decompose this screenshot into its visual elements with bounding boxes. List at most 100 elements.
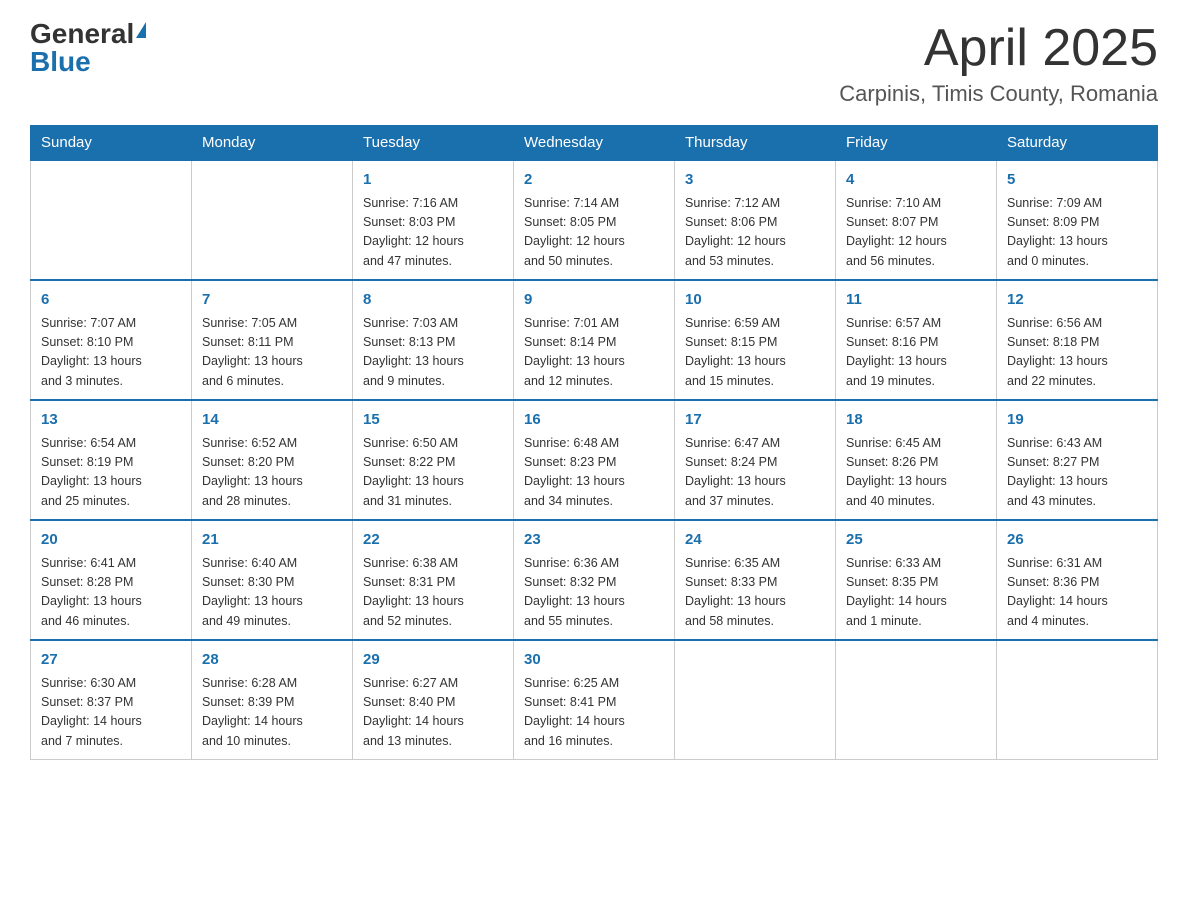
day-info: Sunrise: 6:54 AMSunset: 8:19 PMDaylight:… xyxy=(41,434,181,512)
day-number: 6 xyxy=(41,289,181,312)
day-info: Sunrise: 7:07 AMSunset: 8:10 PMDaylight:… xyxy=(41,314,181,392)
calendar-cell: 4Sunrise: 7:10 AMSunset: 8:07 PMDaylight… xyxy=(836,160,997,280)
day-number: 28 xyxy=(202,649,342,672)
calendar-cell: 8Sunrise: 7:03 AMSunset: 8:13 PMDaylight… xyxy=(353,280,514,400)
day-number: 10 xyxy=(685,289,825,312)
calendar-cell: 27Sunrise: 6:30 AMSunset: 8:37 PMDayligh… xyxy=(31,640,192,760)
day-number: 24 xyxy=(685,529,825,552)
calendar-cell: 13Sunrise: 6:54 AMSunset: 8:19 PMDayligh… xyxy=(31,400,192,520)
calendar-cell: 2Sunrise: 7:14 AMSunset: 8:05 PMDaylight… xyxy=(514,160,675,280)
logo-general-text: General xyxy=(30,20,134,48)
day-info: Sunrise: 6:41 AMSunset: 8:28 PMDaylight:… xyxy=(41,554,181,632)
calendar-day-header: Thursday xyxy=(675,126,836,161)
day-info: Sunrise: 6:28 AMSunset: 8:39 PMDaylight:… xyxy=(202,674,342,752)
day-info: Sunrise: 6:57 AMSunset: 8:16 PMDaylight:… xyxy=(846,314,986,392)
calendar-day-header: Friday xyxy=(836,126,997,161)
calendar-cell: 28Sunrise: 6:28 AMSunset: 8:39 PMDayligh… xyxy=(192,640,353,760)
day-number: 8 xyxy=(363,289,503,312)
day-number: 20 xyxy=(41,529,181,552)
calendar-cell xyxy=(675,640,836,760)
calendar-day-header: Sunday xyxy=(31,126,192,161)
day-info: Sunrise: 7:12 AMSunset: 8:06 PMDaylight:… xyxy=(685,194,825,272)
day-number: 12 xyxy=(1007,289,1147,312)
calendar-cell: 19Sunrise: 6:43 AMSunset: 8:27 PMDayligh… xyxy=(997,400,1158,520)
day-number: 1 xyxy=(363,169,503,192)
day-number: 19 xyxy=(1007,409,1147,432)
day-number: 4 xyxy=(846,169,986,192)
calendar-cell: 7Sunrise: 7:05 AMSunset: 8:11 PMDaylight… xyxy=(192,280,353,400)
calendar-cell: 9Sunrise: 7:01 AMSunset: 8:14 PMDaylight… xyxy=(514,280,675,400)
calendar-cell: 15Sunrise: 6:50 AMSunset: 8:22 PMDayligh… xyxy=(353,400,514,520)
day-info: Sunrise: 6:30 AMSunset: 8:37 PMDaylight:… xyxy=(41,674,181,752)
day-info: Sunrise: 6:45 AMSunset: 8:26 PMDaylight:… xyxy=(846,434,986,512)
week-row: 13Sunrise: 6:54 AMSunset: 8:19 PMDayligh… xyxy=(31,400,1158,520)
calendar-cell: 20Sunrise: 6:41 AMSunset: 8:28 PMDayligh… xyxy=(31,520,192,640)
calendar-cell: 26Sunrise: 6:31 AMSunset: 8:36 PMDayligh… xyxy=(997,520,1158,640)
calendar-cell: 21Sunrise: 6:40 AMSunset: 8:30 PMDayligh… xyxy=(192,520,353,640)
calendar-cell: 5Sunrise: 7:09 AMSunset: 8:09 PMDaylight… xyxy=(997,160,1158,280)
calendar-cell xyxy=(31,160,192,280)
day-number: 27 xyxy=(41,649,181,672)
calendar-cell xyxy=(997,640,1158,760)
logo-blue-text: Blue xyxy=(30,48,91,76)
week-row: 27Sunrise: 6:30 AMSunset: 8:37 PMDayligh… xyxy=(31,640,1158,760)
day-number: 30 xyxy=(524,649,664,672)
day-info: Sunrise: 6:35 AMSunset: 8:33 PMDaylight:… xyxy=(685,554,825,632)
day-number: 17 xyxy=(685,409,825,432)
calendar-cell: 25Sunrise: 6:33 AMSunset: 8:35 PMDayligh… xyxy=(836,520,997,640)
day-info: Sunrise: 6:40 AMSunset: 8:30 PMDaylight:… xyxy=(202,554,342,632)
day-info: Sunrise: 6:47 AMSunset: 8:24 PMDaylight:… xyxy=(685,434,825,512)
day-number: 13 xyxy=(41,409,181,432)
day-info: Sunrise: 6:33 AMSunset: 8:35 PMDaylight:… xyxy=(846,554,986,632)
week-row: 6Sunrise: 7:07 AMSunset: 8:10 PMDaylight… xyxy=(31,280,1158,400)
day-number: 2 xyxy=(524,169,664,192)
day-info: Sunrise: 6:48 AMSunset: 8:23 PMDaylight:… xyxy=(524,434,664,512)
day-info: Sunrise: 7:14 AMSunset: 8:05 PMDaylight:… xyxy=(524,194,664,272)
day-info: Sunrise: 6:38 AMSunset: 8:31 PMDaylight:… xyxy=(363,554,503,632)
day-info: Sunrise: 7:01 AMSunset: 8:14 PMDaylight:… xyxy=(524,314,664,392)
day-number: 11 xyxy=(846,289,986,312)
calendar-cell: 18Sunrise: 6:45 AMSunset: 8:26 PMDayligh… xyxy=(836,400,997,520)
day-number: 29 xyxy=(363,649,503,672)
day-number: 14 xyxy=(202,409,342,432)
day-info: Sunrise: 6:36 AMSunset: 8:32 PMDaylight:… xyxy=(524,554,664,632)
calendar-day-header: Tuesday xyxy=(353,126,514,161)
calendar-day-header: Monday xyxy=(192,126,353,161)
day-info: Sunrise: 6:25 AMSunset: 8:41 PMDaylight:… xyxy=(524,674,664,752)
calendar-day-header: Wednesday xyxy=(514,126,675,161)
calendar-cell: 16Sunrise: 6:48 AMSunset: 8:23 PMDayligh… xyxy=(514,400,675,520)
calendar-cell: 29Sunrise: 6:27 AMSunset: 8:40 PMDayligh… xyxy=(353,640,514,760)
calendar-cell: 30Sunrise: 6:25 AMSunset: 8:41 PMDayligh… xyxy=(514,640,675,760)
logo-triangle-icon xyxy=(136,22,146,38)
day-number: 26 xyxy=(1007,529,1147,552)
day-info: Sunrise: 6:31 AMSunset: 8:36 PMDaylight:… xyxy=(1007,554,1147,632)
day-info: Sunrise: 7:10 AMSunset: 8:07 PMDaylight:… xyxy=(846,194,986,272)
week-row: 20Sunrise: 6:41 AMSunset: 8:28 PMDayligh… xyxy=(31,520,1158,640)
day-number: 9 xyxy=(524,289,664,312)
day-number: 16 xyxy=(524,409,664,432)
calendar-header-row: SundayMondayTuesdayWednesdayThursdayFrid… xyxy=(31,126,1158,161)
calendar-title: April 2025 xyxy=(839,20,1158,77)
day-info: Sunrise: 7:03 AMSunset: 8:13 PMDaylight:… xyxy=(363,314,503,392)
calendar-cell: 14Sunrise: 6:52 AMSunset: 8:20 PMDayligh… xyxy=(192,400,353,520)
day-number: 7 xyxy=(202,289,342,312)
logo: General Blue xyxy=(30,20,146,76)
page-header: General Blue April 2025 Carpinis, Timis … xyxy=(30,20,1158,107)
day-info: Sunrise: 6:50 AMSunset: 8:22 PMDaylight:… xyxy=(363,434,503,512)
day-number: 25 xyxy=(846,529,986,552)
week-row: 1Sunrise: 7:16 AMSunset: 8:03 PMDaylight… xyxy=(31,160,1158,280)
calendar-cell: 3Sunrise: 7:12 AMSunset: 8:06 PMDaylight… xyxy=(675,160,836,280)
day-number: 22 xyxy=(363,529,503,552)
day-number: 18 xyxy=(846,409,986,432)
day-number: 15 xyxy=(363,409,503,432)
calendar-cell: 6Sunrise: 7:07 AMSunset: 8:10 PMDaylight… xyxy=(31,280,192,400)
day-info: Sunrise: 7:05 AMSunset: 8:11 PMDaylight:… xyxy=(202,314,342,392)
calendar-cell xyxy=(836,640,997,760)
day-info: Sunrise: 7:09 AMSunset: 8:09 PMDaylight:… xyxy=(1007,194,1147,272)
day-info: Sunrise: 7:16 AMSunset: 8:03 PMDaylight:… xyxy=(363,194,503,272)
day-number: 3 xyxy=(685,169,825,192)
calendar-subtitle: Carpinis, Timis County, Romania xyxy=(839,81,1158,107)
calendar-cell: 23Sunrise: 6:36 AMSunset: 8:32 PMDayligh… xyxy=(514,520,675,640)
calendar-cell: 17Sunrise: 6:47 AMSunset: 8:24 PMDayligh… xyxy=(675,400,836,520)
calendar-cell: 10Sunrise: 6:59 AMSunset: 8:15 PMDayligh… xyxy=(675,280,836,400)
